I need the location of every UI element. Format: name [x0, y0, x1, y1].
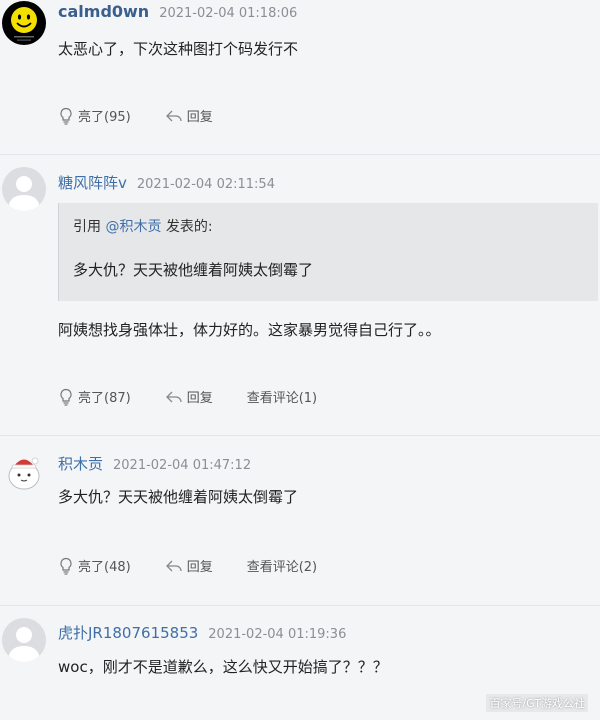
default-user-icon [8, 627, 40, 662]
username[interactable]: 积木贡 [58, 453, 103, 474]
reply-arrow-icon [165, 391, 182, 402]
reply-button[interactable]: 回复 [165, 556, 213, 575]
lightbulb-icon [60, 107, 72, 125]
reply-button[interactable]: 回复 [165, 387, 213, 406]
comment-actions: 亮了(95) 回复 [58, 106, 213, 125]
comment-item: 积木贡 2021-02-04 01:47:12 多大仇？天天被他缠着阿姨太倒霉了… [0, 436, 600, 606]
avatar[interactable] [2, 1, 46, 45]
view-comments-button[interactable]: 查看评论(2) [247, 556, 317, 575]
like-label: 亮了(95) [78, 110, 131, 125]
like-button[interactable]: 亮了(48) [58, 556, 131, 575]
like-label: 亮了(87) [78, 391, 131, 406]
comment-text: woc，刚才不是道歉么，这么快又开始搞了？？？ [58, 658, 388, 676]
comment-item: calmd0wn 2021-02-04 01:18:06 太恶心了，下次这种图打… [0, 0, 600, 155]
timestamp: 2021-02-04 01:19:36 [208, 627, 347, 642]
comment-header: calmd0wn 2021-02-04 01:18:06 [58, 2, 297, 21]
quote-text: 多大仇？天天被他缠着阿姨太倒霉了 [73, 261, 314, 279]
avatar[interactable] [2, 618, 46, 662]
quote-block: 引用 @积木贡 发表的: 多大仇？天天被他缠着阿姨太倒霉了 [58, 203, 598, 301]
reply-button[interactable]: 回复 [165, 106, 213, 125]
view-comments-label: 查看评论(1) [246, 391, 318, 406]
username[interactable]: 虎扑JR1807615853 [58, 622, 198, 643]
comment-text: 太恶心了，下次这种图打个码发行不 [58, 40, 299, 58]
cartoon-character-icon [8, 457, 40, 490]
avatar[interactable] [2, 167, 46, 211]
reply-arrow-icon [165, 110, 182, 121]
lightbulb-icon [60, 557, 72, 575]
reply-label: 回复 [186, 560, 213, 575]
default-user-icon [8, 176, 40, 211]
timestamp: 2021-02-04 01:47:12 [113, 458, 252, 473]
comment-text: 阿姨想找身强体壮，体力好的。这家暴男觉得自己行了。。 [58, 321, 441, 339]
smiley-face-icon [11, 7, 37, 41]
comment-header: 糖风阵阵v 2021-02-04 02:11:54 [58, 172, 275, 193]
watermark: 百家号/GT游戏公社 [486, 694, 588, 712]
reply-label: 回复 [186, 391, 213, 406]
like-button[interactable]: 亮了(87) [58, 387, 131, 406]
quoted-user-link[interactable]: @积木贡 [105, 219, 161, 235]
comment-actions: 亮了(87) 回复 查看评论(1) [58, 387, 317, 406]
quote-suffix: 发表的: [161, 219, 213, 235]
like-label: 亮了(48) [78, 560, 131, 575]
quote-header: 引用 @积木贡 发表的: [73, 216, 213, 236]
comment-text: 多大仇？天天被他缠着阿姨太倒霉了 [58, 488, 299, 506]
comment-header: 积木贡 2021-02-04 01:47:12 [58, 453, 251, 474]
username[interactable]: 糖风阵阵v [58, 172, 127, 193]
view-comments-button[interactable]: 查看评论(1) [247, 387, 317, 406]
quote-prefix: 引用 [73, 219, 106, 235]
avatar[interactable] [2, 449, 46, 493]
view-comments-label: 查看评论(2) [246, 560, 318, 575]
comment-actions: 亮了(48) 回复 查看评论(2) [58, 556, 317, 575]
reply-label: 回复 [186, 110, 213, 125]
username[interactable]: calmd0wn [58, 2, 149, 21]
lightbulb-icon [60, 388, 72, 406]
comment-header: 虎扑JR1807615853 2021-02-04 01:19:36 [58, 622, 346, 643]
timestamp: 2021-02-04 02:11:54 [136, 177, 275, 192]
timestamp: 2021-02-04 01:18:06 [159, 6, 298, 21]
like-button[interactable]: 亮了(95) [58, 106, 131, 125]
comment-item: 糖风阵阵v 2021-02-04 02:11:54 引用 @积木贡 发表的: 多… [0, 155, 600, 436]
reply-arrow-icon [165, 560, 182, 571]
